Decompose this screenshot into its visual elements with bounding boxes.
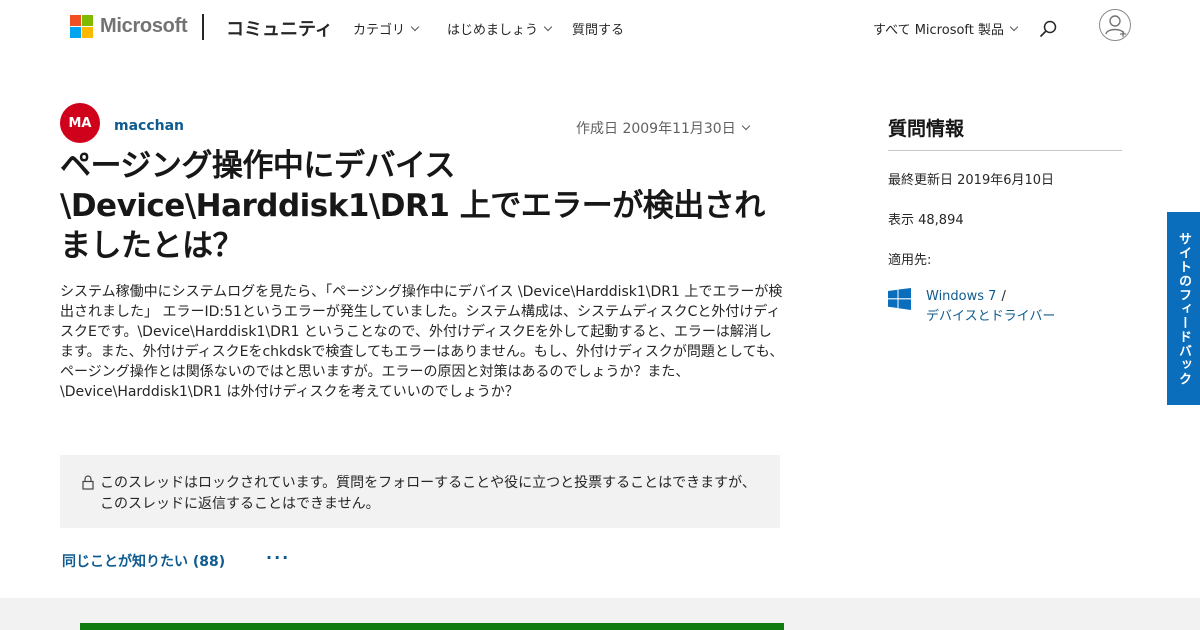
community-link[interactable]: コミュニティ <box>226 15 333 41</box>
lock-icon <box>82 475 94 490</box>
sidebar-divider <box>888 150 1122 151</box>
nav-categories-label: カテゴリ <box>353 23 406 38</box>
created-date-label: 作成日 2009年11月30日 <box>576 121 736 137</box>
search-icon[interactable] <box>1038 19 1058 39</box>
author-name-link[interactable]: macchan <box>114 118 184 134</box>
same-question-button[interactable]: 同じことが知りたい (88) <box>62 551 225 571</box>
all-products-label: すべて Microsoft 製品 <box>873 23 1004 38</box>
question-title: ページング操作中にデバイス \Device\Harddisk1\DR1 上でエラ… <box>60 148 765 264</box>
site-header: Microsoft コミュニティ カテゴリ はじめましょう 質問する すべて M… <box>0 0 1200 54</box>
answer-accent-bar <box>80 623 784 630</box>
applies-to-list: Windows 7 / デバイスとドライバー <box>926 287 1055 327</box>
created-date[interactable]: 作成日 2009年11月30日 <box>576 118 750 138</box>
question-body: システム稼働中にシステムログを見たら、「ページング操作中にデバイス \Devic… <box>60 284 784 400</box>
nav-ask-question[interactable]: 質問する <box>572 19 624 38</box>
chevron-down-icon <box>741 121 750 131</box>
more-options-button[interactable]: ··· <box>266 548 290 567</box>
microsoft-wordmark: Microsoft <box>100 15 188 37</box>
view-count: 表示 48,894 <box>888 213 964 228</box>
author-avatar[interactable]: MA <box>60 103 100 143</box>
site-feedback-tab[interactable]: サイトのフィードバック <box>1167 212 1200 405</box>
all-products-menu[interactable]: すべて Microsoft 製品 <box>873 19 1019 38</box>
applies-windows7-link[interactable]: Windows 7 <box>926 289 996 304</box>
locked-notice-text: このスレッドはロックされています。質問をフォローすることや役に立つと投票すること… <box>100 475 756 512</box>
site-feedback-label: サイトのフィードバック <box>1176 231 1191 386</box>
account-icon <box>1104 14 1126 37</box>
header-divider <box>202 14 204 40</box>
question-info-title: 質問情報 <box>888 118 965 140</box>
locked-notice: このスレッドはロックされています。質問をフォローすることや役に立つと投票すること… <box>60 455 780 528</box>
applies-devices-drivers-link[interactable]: デバイスとドライバー <box>926 309 1055 324</box>
nav-get-started-label: はじめましょう <box>447 23 539 38</box>
nav-categories[interactable]: カテゴリ <box>353 19 420 38</box>
windows-icon <box>888 288 911 310</box>
nav-ask-question-label: 質問する <box>572 23 625 38</box>
account-button[interactable] <box>1099 9 1131 41</box>
chevron-down-icon <box>1009 22 1019 31</box>
applies-to-label: 適用先: <box>888 253 932 268</box>
chevron-down-icon <box>410 22 420 31</box>
last-updated: 最終更新日 2019年6月10日 <box>888 173 1055 188</box>
applies-separator: / <box>1001 289 1006 304</box>
microsoft-logo[interactable]: Microsoft <box>70 15 188 38</box>
nav-get-started[interactable]: はじめましょう <box>447 19 553 38</box>
microsoft-logo-icon <box>70 15 93 38</box>
chevron-down-icon <box>543 22 553 31</box>
